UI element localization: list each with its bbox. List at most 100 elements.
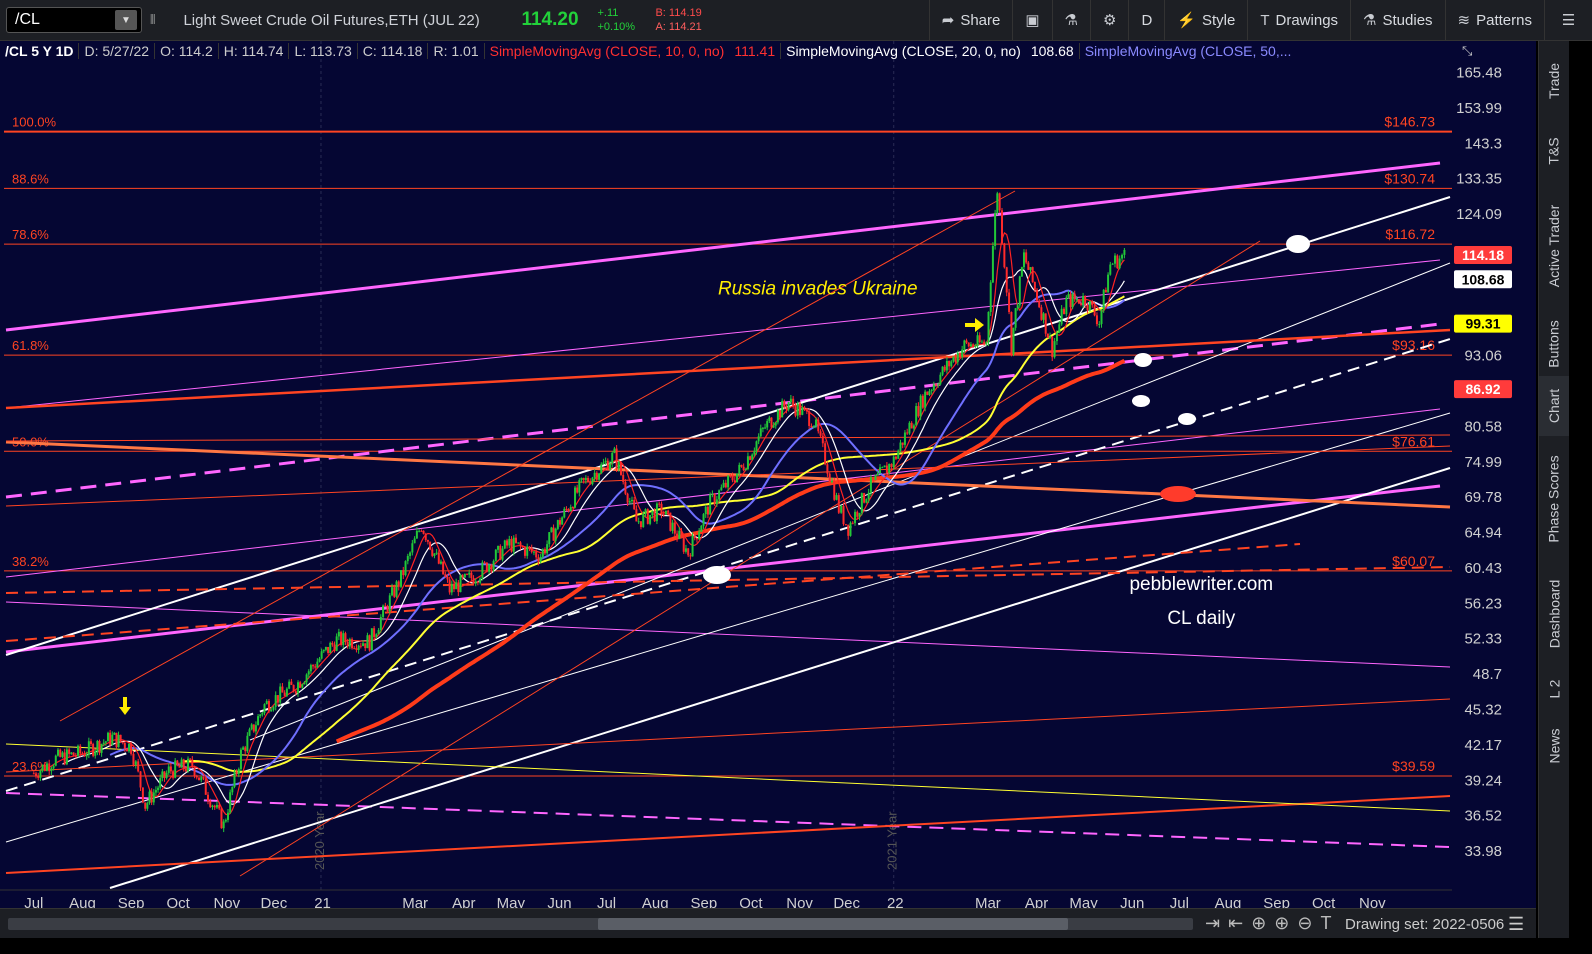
candle [463, 573, 466, 578]
candle [1046, 333, 1049, 338]
text-icon[interactable]: T [1320, 913, 1339, 933]
settings-button[interactable]: ⚙ [1090, 0, 1128, 40]
candle [635, 509, 638, 522]
candle [772, 425, 775, 428]
candle [237, 769, 240, 774]
style-label: Style [1201, 11, 1236, 29]
tab-label: Buttons [1546, 319, 1563, 368]
candle [1116, 255, 1119, 269]
tab-label: News [1546, 728, 1563, 764]
tab-buttons[interactable]: Buttons [1539, 311, 1569, 376]
studies-button[interactable]: ⚗ Studies [1350, 0, 1445, 40]
zoom-out-icon[interactable]: ⊖ [1297, 913, 1320, 933]
y-tick-label: 143.3 [1464, 135, 1502, 152]
candle [115, 732, 118, 748]
candle [252, 724, 255, 732]
candle [285, 688, 288, 696]
candle [65, 749, 68, 765]
candle [985, 342, 988, 345]
candle [72, 752, 75, 756]
candle [348, 639, 351, 647]
tab-trade[interactable]: Trade [1539, 41, 1569, 121]
expand-icon[interactable]: ⤡ [1462, 43, 1472, 59]
crosshair-icon[interactable]: ⊕ [1251, 913, 1274, 933]
scrollbar-thumb[interactable] [598, 918, 1068, 930]
candle [45, 763, 48, 771]
arrow-right-icon [965, 318, 984, 332]
candle [267, 701, 270, 712]
tab-news[interactable]: News [1539, 711, 1569, 781]
trendline [109, 467, 1451, 889]
zoom-tools[interactable]: ⇥⇤⊕⊕⊖T [1205, 913, 1339, 934]
menu-button[interactable]: ☰ [1544, 0, 1592, 40]
candle [448, 579, 451, 593]
price-chart[interactable]: 2020 Year 2021 Year 100.0% $146.7388.6% $13… [0, 41, 1536, 938]
link-icon[interactable]: ⫴ [150, 12, 155, 28]
candle [229, 792, 232, 813]
candle [250, 724, 253, 730]
zoom-in-icon[interactable]: ⊕ [1274, 913, 1297, 933]
tab-level2[interactable]: L 2 [1539, 666, 1569, 711]
menu-icon[interactable]: ☰ [1508, 914, 1524, 935]
drawings-button[interactable]: T Drawings [1247, 0, 1350, 40]
drawing-set-label[interactable]: Drawing set: 2022-0506 [1345, 916, 1504, 933]
share-label: Share [960, 11, 1001, 29]
target-marker [1132, 395, 1150, 407]
candle [702, 514, 705, 526]
candle [220, 808, 223, 829]
candle [437, 552, 440, 564]
candle [79, 745, 82, 754]
share-button[interactable]: ➦ Share [928, 0, 1013, 40]
candle [989, 282, 992, 312]
flask-button[interactable]: ⚗ [1051, 0, 1090, 40]
candle [932, 384, 935, 390]
tab-ts[interactable]: T&S [1539, 121, 1569, 181]
candle [715, 499, 718, 505]
candle [941, 366, 944, 375]
candle [890, 463, 893, 467]
candle [770, 417, 773, 428]
candle [96, 740, 99, 752]
candle [856, 511, 859, 517]
chart-area[interactable]: 2020 Year 2021 Year 100.0% $146.73 88.6% $13… [0, 41, 1536, 938]
candle [200, 777, 203, 781]
symbol-input[interactable]: /CL ▼ [6, 7, 142, 33]
tab-phase-scores[interactable]: Phase Scores [1539, 436, 1569, 561]
candle [700, 525, 703, 532]
bar-date: D: 5/27/22 [79, 43, 156, 59]
candle [202, 777, 205, 779]
fib-pct-label: 61.8% [12, 338, 49, 353]
candle [611, 452, 614, 464]
candle [965, 340, 968, 343]
tab-dashboard[interactable]: Dashboard [1539, 561, 1569, 666]
candle [528, 546, 531, 548]
window-footer [0, 938, 1592, 954]
candle [218, 804, 221, 809]
expand-icon[interactable]: ⇤ [1228, 913, 1251, 933]
candle [991, 245, 994, 283]
candle [565, 508, 568, 510]
candle [117, 734, 120, 748]
candle [165, 772, 168, 779]
candle [994, 212, 997, 246]
candle [759, 428, 762, 437]
screenshot-button[interactable]: ▣ [1012, 0, 1051, 40]
candle [1095, 315, 1098, 325]
candle [541, 549, 544, 558]
candle [803, 407, 806, 409]
period-button[interactable]: D [1128, 0, 1164, 40]
collapse-icon[interactable]: ⇥ [1205, 913, 1228, 933]
tab-active-trader[interactable]: Active Trader [1539, 181, 1569, 311]
time-scrollbar[interactable] [8, 918, 1193, 930]
candle [107, 732, 110, 742]
candle [958, 352, 961, 358]
candle [461, 575, 464, 578]
candle [826, 464, 829, 474]
candle [1022, 252, 1025, 268]
chevron-down-icon[interactable]: ▼ [115, 10, 137, 30]
style-button[interactable]: ⚡ Style [1164, 0, 1247, 40]
patterns-button[interactable]: ≋ Patterns [1444, 0, 1544, 40]
tab-chart[interactable]: Chart [1539, 376, 1569, 436]
trendline [5, 698, 1451, 773]
candle [655, 503, 658, 522]
